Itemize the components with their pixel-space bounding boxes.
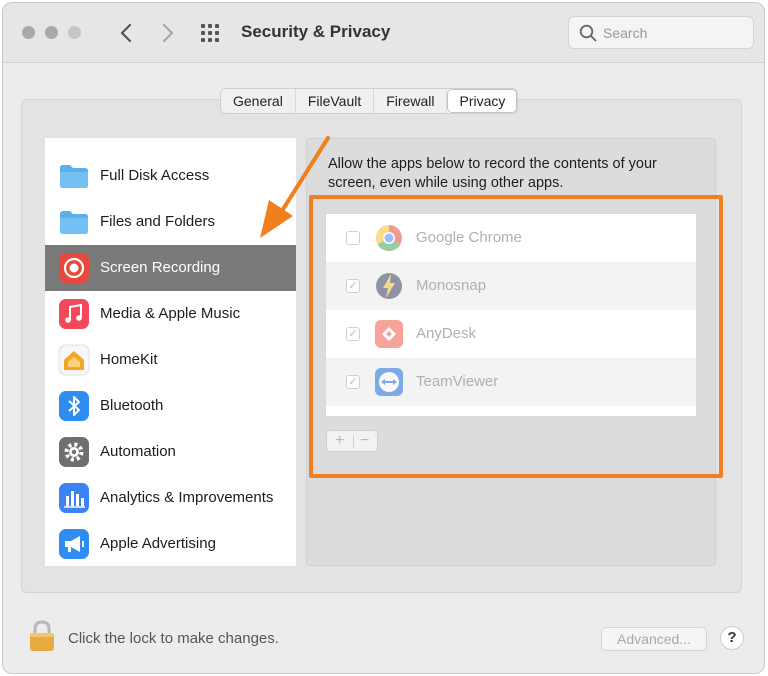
window-title: Security & Privacy bbox=[241, 22, 391, 41]
sidebar-item-label: HomeKit bbox=[100, 351, 158, 368]
show-all-grid-button[interactable] bbox=[201, 24, 223, 42]
sidebar-item-label: Automation bbox=[100, 443, 176, 460]
privacy-description: Allow the apps below to record the conte… bbox=[328, 156, 657, 191]
highlight-annotation-box bbox=[309, 195, 723, 478]
title-bar: Security & Privacy bbox=[3, 3, 764, 63]
sidebar-item-label: Media & Apple Music bbox=[100, 305, 241, 322]
sidebar-item-label: Full Disk Access bbox=[100, 167, 210, 184]
folder-icon bbox=[60, 211, 88, 234]
help-button[interactable]: ? bbox=[720, 626, 744, 650]
gear-icon bbox=[59, 437, 89, 467]
sidebar-item-bluetooth[interactable]: Bluetooth bbox=[45, 383, 296, 429]
search-field[interactable] bbox=[568, 16, 754, 49]
music-icon bbox=[59, 299, 89, 329]
lock-icon[interactable] bbox=[28, 619, 56, 653]
analytics-icon bbox=[59, 483, 89, 513]
megaphone-icon bbox=[59, 529, 89, 559]
sidebar-item-analytics-improvements[interactable]: Analytics & Improvements bbox=[45, 475, 296, 521]
homekit-icon bbox=[58, 344, 90, 376]
zoom-window-button[interactable] bbox=[68, 26, 81, 39]
back-button[interactable] bbox=[113, 19, 139, 47]
sidebar-item-automation[interactable]: Automation bbox=[45, 429, 296, 475]
folder-icon bbox=[60, 165, 88, 188]
sidebar-item-label: Screen Recording bbox=[100, 259, 221, 276]
sidebar-item-label: Analytics & Improvements bbox=[100, 489, 274, 506]
tab-firewall[interactable]: Firewall bbox=[374, 89, 448, 113]
search-input[interactable] bbox=[603, 23, 743, 43]
advanced-button[interactable]: Advanced... bbox=[601, 627, 707, 651]
search-icon bbox=[579, 24, 597, 42]
forward-button[interactable] bbox=[155, 19, 181, 47]
sidebar-item-label: Files and Folders bbox=[100, 213, 216, 230]
chevron-right-icon bbox=[162, 23, 174, 43]
screen-recording-icon bbox=[59, 253, 89, 283]
sidebar-item-media-apple-music[interactable]: Media & Apple Music bbox=[45, 291, 296, 337]
sidebar-item-label: Apple Advertising bbox=[100, 535, 216, 552]
annotation-arrow-icon bbox=[260, 136, 330, 238]
sidebar-item-homekit[interactable]: HomeKit bbox=[45, 337, 296, 383]
chevron-left-icon bbox=[120, 23, 132, 43]
sidebar-item-screen-recording[interactable]: Screen Recording bbox=[45, 245, 296, 291]
tab-filevault[interactable]: FileVault bbox=[295, 89, 375, 113]
tab-privacy[interactable]: Privacy bbox=[447, 89, 518, 113]
bluetooth-icon bbox=[59, 391, 89, 421]
minimize-window-button[interactable] bbox=[45, 26, 58, 39]
sidebar-item-label: Bluetooth bbox=[100, 397, 164, 414]
tab-bar: General FileVault Firewall Privacy bbox=[220, 88, 519, 114]
sidebar-item-apple-advertising[interactable]: Apple Advertising bbox=[45, 521, 296, 566]
close-window-button[interactable] bbox=[22, 26, 35, 39]
tab-general[interactable]: General bbox=[221, 89, 296, 113]
lock-status-text: Click the lock to make changes. bbox=[68, 630, 279, 647]
